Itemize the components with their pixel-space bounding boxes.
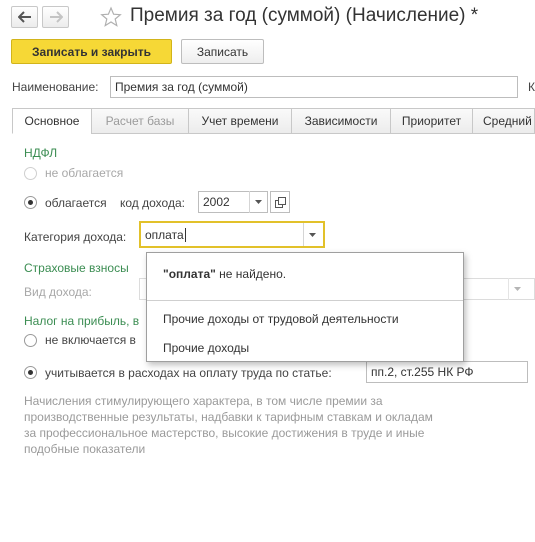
tab-average[interactable]: Средний	[472, 108, 535, 134]
article-field[interactable]: пп.2, ст.255 НК РФ	[366, 361, 528, 383]
tab-priority[interactable]: Приоритет	[390, 108, 473, 134]
popup-item-labor-income[interactable]: Прочие доходы от трудовой деятельности	[163, 312, 399, 326]
taxed-label: облагается	[45, 196, 107, 210]
autocomplete-popup: "оплата" не найдено. Прочие доходы от тр…	[146, 252, 464, 362]
arrow-left-icon	[17, 11, 31, 23]
not-found-query: "оплата"	[163, 267, 216, 281]
name-label: Наименование:	[12, 80, 99, 94]
not-taxed-radio[interactable]	[24, 167, 37, 180]
taxed-radio[interactable]	[24, 196, 37, 209]
income-code-dropdown-button[interactable]	[249, 191, 267, 213]
dropdown-arrow-icon	[309, 232, 316, 237]
page-title: Премия за год (суммой) (Начисление) *	[130, 5, 479, 26]
not-included-radio[interactable]	[24, 334, 37, 347]
included-label: учитывается в расходах на оплату труда п…	[45, 366, 332, 380]
dropdown-arrow-icon	[514, 287, 521, 291]
save-button[interactable]: Записать	[181, 39, 264, 64]
dropdown-arrow-icon	[255, 200, 262, 204]
description-text: Начисления стимулирующего характера, в т…	[24, 394, 433, 456]
included-radio[interactable]	[24, 366, 37, 379]
popup-item-other-income[interactable]: Прочие доходы	[163, 341, 249, 355]
favorite-star-button[interactable]	[100, 6, 122, 28]
tab-bar: Основное Расчет базы Учет времени Зависи…	[12, 108, 535, 134]
back-button[interactable]	[11, 6, 38, 28]
income-code-label: код дохода:	[120, 196, 185, 210]
income-category-input[interactable]: оплата	[139, 221, 325, 248]
forward-button[interactable]	[42, 6, 69, 28]
name-field[interactable]: Премия за год (суммой)	[110, 76, 518, 98]
next-field-label: К	[528, 80, 535, 94]
profit-tax-section-title: Налог на прибыль, в	[24, 314, 140, 328]
insurance-section-title: Страховые взносы	[24, 261, 129, 275]
tab-time-accounting[interactable]: Учет времени	[188, 108, 292, 134]
income-category-label: Категория дохода:	[24, 230, 127, 244]
tab-dependencies[interactable]: Зависимости	[291, 108, 391, 134]
not-found-suffix: не найдено.	[215, 267, 287, 281]
tab-base-calculation[interactable]: Расчет базы	[91, 108, 189, 134]
popup-divider	[147, 300, 463, 301]
not-included-label: не включается в	[45, 333, 136, 347]
income-code-open-button[interactable]	[270, 191, 290, 213]
income-category-value: оплата	[145, 228, 184, 242]
not-found-message: "оплата" не найдено.	[163, 267, 286, 281]
income-type-dropdown-button[interactable]	[508, 278, 526, 300]
income-type-label: Вид дохода:	[24, 285, 92, 299]
arrow-right-icon	[49, 11, 63, 23]
not-taxed-label: не облагается	[45, 166, 124, 180]
save-and-close-button[interactable]: Записать и закрыть	[11, 39, 172, 64]
tab-main[interactable]: Основное	[12, 108, 92, 134]
ndfl-section-title: НДФЛ	[24, 146, 58, 160]
article-dropdown-button[interactable]	[527, 361, 535, 383]
income-category-dropdown-button[interactable]	[303, 223, 321, 246]
open-form-icon	[274, 196, 286, 208]
star-icon	[100, 6, 122, 27]
